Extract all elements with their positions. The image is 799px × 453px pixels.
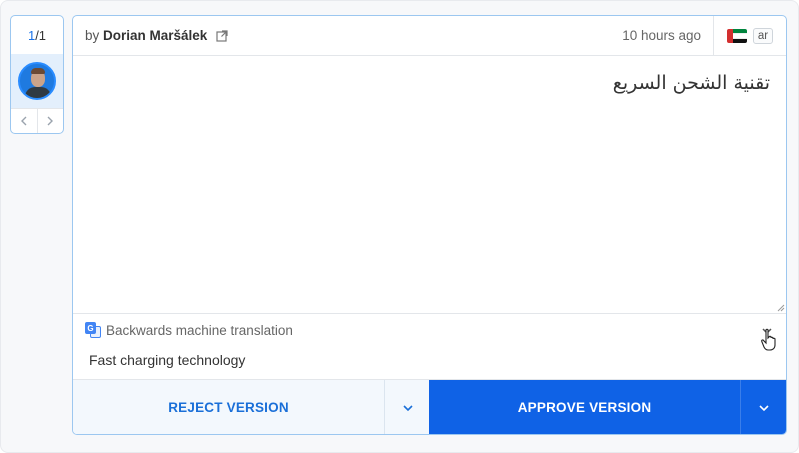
chevron-left-icon: [20, 116, 27, 126]
card-header: by Dorian Maršálek 10 hours ago ar: [73, 16, 786, 56]
hand-cursor-icon: [761, 328, 776, 351]
language-code-badge: ar: [752, 27, 774, 44]
chevron-down-icon: [402, 404, 413, 411]
backtranslation-label: Backwards machine translation: [106, 322, 293, 338]
chevron-down-icon: [759, 404, 769, 411]
pager-total: /1: [35, 27, 47, 43]
approve-version-button[interactable]: APPROVE VERSION: [429, 380, 740, 434]
approve-options-button[interactable]: [740, 380, 786, 434]
pager-nav: [11, 108, 63, 133]
pager-current: 1: [27, 27, 36, 43]
translation-textarea[interactable]: تقنية الشحن السريع: [73, 56, 786, 314]
pager-avatar-cell[interactable]: [11, 54, 63, 108]
pager-next-button[interactable]: [38, 109, 64, 133]
backtranslation-text: Fast charging technology: [89, 352, 246, 368]
suggestion-panel: 1/1 by Dorian Maršálek 10 hours ago ar ت…: [0, 0, 799, 453]
backtranslation-header: G Backwards machine translation: [85, 322, 293, 338]
avatar[interactable]: [18, 62, 56, 100]
chevron-right-icon: [47, 116, 54, 126]
by-prefix: by: [85, 28, 104, 43]
version-pager: 1/1: [10, 15, 64, 134]
suggestion-card: by Dorian Maršálek 10 hours ago ar تقنية…: [72, 15, 787, 435]
author-line: by Dorian Maršálek: [85, 28, 228, 43]
external-link-icon[interactable]: [216, 30, 228, 42]
language-indicator: ar: [713, 16, 786, 55]
author-name[interactable]: Dorian Maršálek: [103, 28, 207, 43]
pager-prev-button[interactable]: [11, 109, 38, 133]
pager-count: 1/1: [11, 16, 63, 54]
timestamp: 10 hours ago: [622, 28, 701, 43]
google-translate-icon: G: [85, 322, 101, 338]
resize-handle-icon[interactable]: [775, 302, 785, 312]
reject-options-button[interactable]: [384, 380, 430, 434]
action-bar: REJECT VERSION APPROVE VERSION: [73, 379, 786, 434]
uae-flag-icon: [726, 28, 747, 43]
translation-text[interactable]: تقنية الشحن السريع: [613, 72, 770, 94]
reject-version-button[interactable]: REJECT VERSION: [73, 380, 384, 434]
